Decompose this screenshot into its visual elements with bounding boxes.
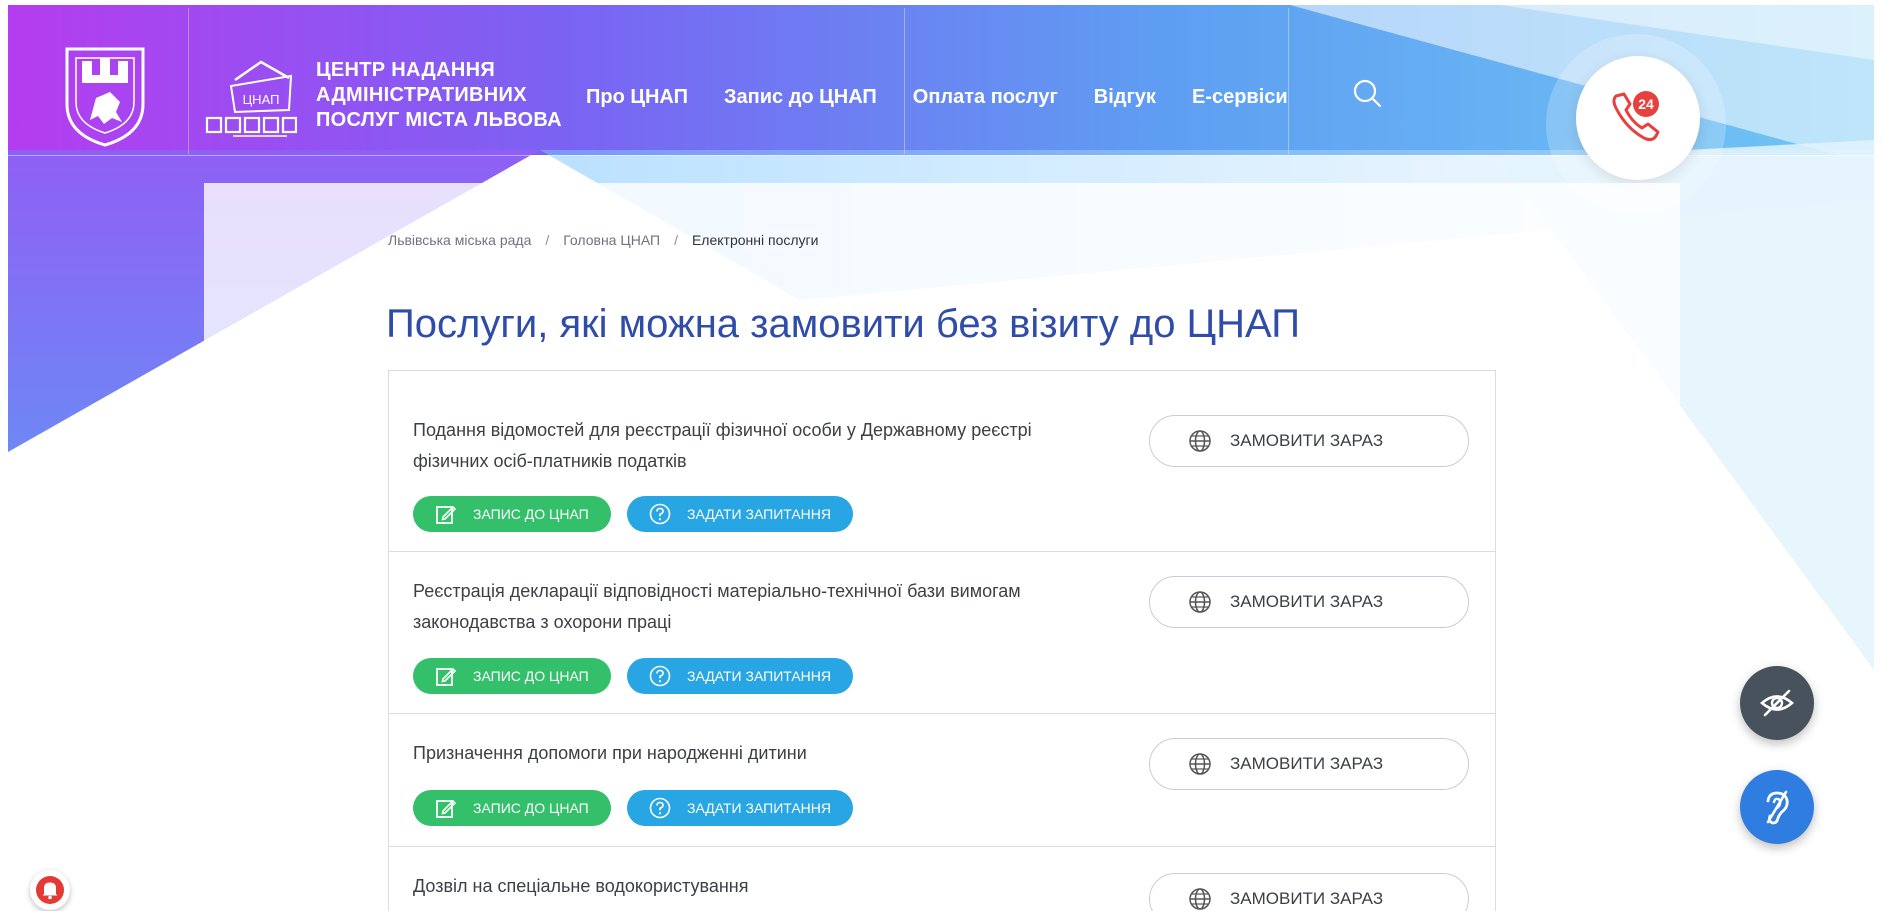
page: ЦНАП ЦЕНТР НАДАННЯ АДМІНІСТРАТИВНИХ ПОСЛ… [0, 0, 1882, 911]
service-row: Призначення допомоги при народженні дити… [389, 714, 1495, 847]
order-now-label: ЗАМОВИТИ ЗАРАЗ [1230, 592, 1384, 611]
appointment-button[interactable]: ЗАПИС ДО ЦНАП [413, 658, 611, 694]
eye-off-icon [1760, 689, 1794, 717]
question-icon [649, 665, 671, 687]
order-now-button[interactable]: ЗАМОВИТИ ЗАРАЗ [1149, 415, 1469, 467]
appointment-label: ЗАПИС ДО ЦНАП [473, 668, 589, 684]
crest-icon[interactable] [64, 46, 146, 148]
hearing-accessibility-button[interactable] [1740, 770, 1814, 844]
main-nav: Про ЦНАП Запис до ЦНАП Оплата послуг Від… [586, 86, 1288, 109]
appointment-button[interactable]: ЗАПИС ДО ЦНАП [413, 790, 611, 826]
nav-payment[interactable]: Оплата послуг [913, 86, 1058, 109]
question-icon [649, 503, 671, 525]
header-divider [188, 8, 189, 154]
ask-question-label: ЗАДАТИ ЗАПИТАННЯ [687, 800, 832, 816]
notifications-button[interactable] [30, 870, 70, 910]
service-row: Дозвіл на спеціальне водокористування ЗА… [389, 847, 1495, 911]
cnap-logo-icon[interactable]: ЦНАП [205, 52, 297, 142]
order-now-label: ЗАМОВИТИ ЗАРАЗ [1230, 431, 1384, 450]
ask-question-button[interactable]: ЗАДАТИ ЗАПИТАННЯ [627, 790, 853, 826]
breadcrumb-separator: / [674, 232, 678, 248]
breadcrumb-current: Електронні послуги [691, 232, 819, 248]
ask-question-button[interactable]: ЗАДАТИ ЗАПИТАННЯ [627, 496, 853, 532]
question-icon [649, 797, 671, 819]
globe-icon [1189, 591, 1211, 613]
order-now-label: ЗАМОВИТИ ЗАРАЗ [1230, 754, 1384, 773]
service-title[interactable]: Дозвіл на спеціальне водокористування [413, 871, 1093, 902]
edit-icon [436, 799, 457, 818]
header-divider [904, 8, 905, 154]
globe-icon [1189, 888, 1211, 910]
phone-badge-text: 24 [1638, 96, 1654, 112]
service-title[interactable]: Реєстрація декларації відповідності мате… [413, 576, 1093, 638]
order-now-button[interactable]: ЗАМОВИТИ ЗАРАЗ [1149, 576, 1469, 628]
breadcrumb: Львівська міська рада / Головна ЦНАП / Елект… [388, 232, 818, 248]
ear-off-icon [1766, 790, 1789, 825]
services-list: Подання відомостей для реєстрації фізичн… [388, 370, 1496, 911]
globe-icon [1189, 430, 1211, 452]
header-divider [1288, 8, 1289, 154]
logo-line: ЦЕНТР НАДАННЯ [316, 59, 495, 81]
order-now-button[interactable]: ЗАМОВИТИ ЗАРАЗ [1149, 873, 1469, 911]
edit-icon [436, 505, 457, 524]
search-icon[interactable] [1352, 78, 1382, 108]
site-logo-text[interactable]: ЦЕНТР НАДАННЯ АДМІНІСТРАТИВНИХ ПОСЛУГ МІ… [316, 58, 562, 133]
service-row: Реєстрація декларації відповідності мате… [389, 552, 1495, 714]
ask-question-label: ЗАДАТИ ЗАПИТАННЯ [687, 668, 832, 684]
bell-icon [36, 876, 64, 904]
appointment-label: ЗАПИС ДО ЦНАП [473, 800, 589, 816]
service-title[interactable]: Призначення допомоги при народженні дити… [413, 738, 1093, 769]
logo-line: АДМІНІСТРАТИВНИХ [316, 84, 527, 106]
order-now-label: ЗАМОВИТИ ЗАРАЗ [1230, 889, 1384, 908]
ask-question-label: ЗАДАТИ ЗАПИТАННЯ [687, 506, 832, 522]
globe-icon [1189, 753, 1211, 775]
page-title: Послуги, які можна замовити без візиту д… [386, 302, 1301, 346]
order-now-button[interactable]: ЗАМОВИТИ ЗАРАЗ [1149, 738, 1469, 790]
logo-mark-label: ЦНАП [243, 92, 280, 107]
nav-appointment[interactable]: Запис до ЦНАП [724, 86, 877, 109]
breadcrumb-item[interactable]: Головна ЦНАП [563, 232, 660, 248]
logo-line: ПОСЛУГ МІСТА ЛЬВОВА [316, 109, 562, 131]
breadcrumb-separator: / [545, 232, 550, 248]
breadcrumb-item[interactable]: Львівська міська рада [388, 232, 531, 248]
phone-24-icon[interactable]: 24 [1602, 78, 1674, 150]
nav-e-services[interactable]: Е-сервіси [1192, 86, 1288, 109]
edit-icon [436, 667, 457, 686]
service-title[interactable]: Подання відомостей для реєстрації фізичн… [413, 415, 1093, 477]
ask-question-button[interactable]: ЗАДАТИ ЗАПИТАННЯ [627, 658, 853, 694]
service-row: Подання відомостей для реєстрації фізичн… [389, 371, 1495, 552]
hide-images-button[interactable] [1740, 666, 1814, 740]
appointment-label: ЗАПИС ДО ЦНАП [473, 506, 589, 522]
nav-about[interactable]: Про ЦНАП [586, 86, 688, 109]
appointment-button[interactable]: ЗАПИС ДО ЦНАП [413, 496, 611, 532]
nav-feedback[interactable]: Відгук [1094, 86, 1156, 109]
